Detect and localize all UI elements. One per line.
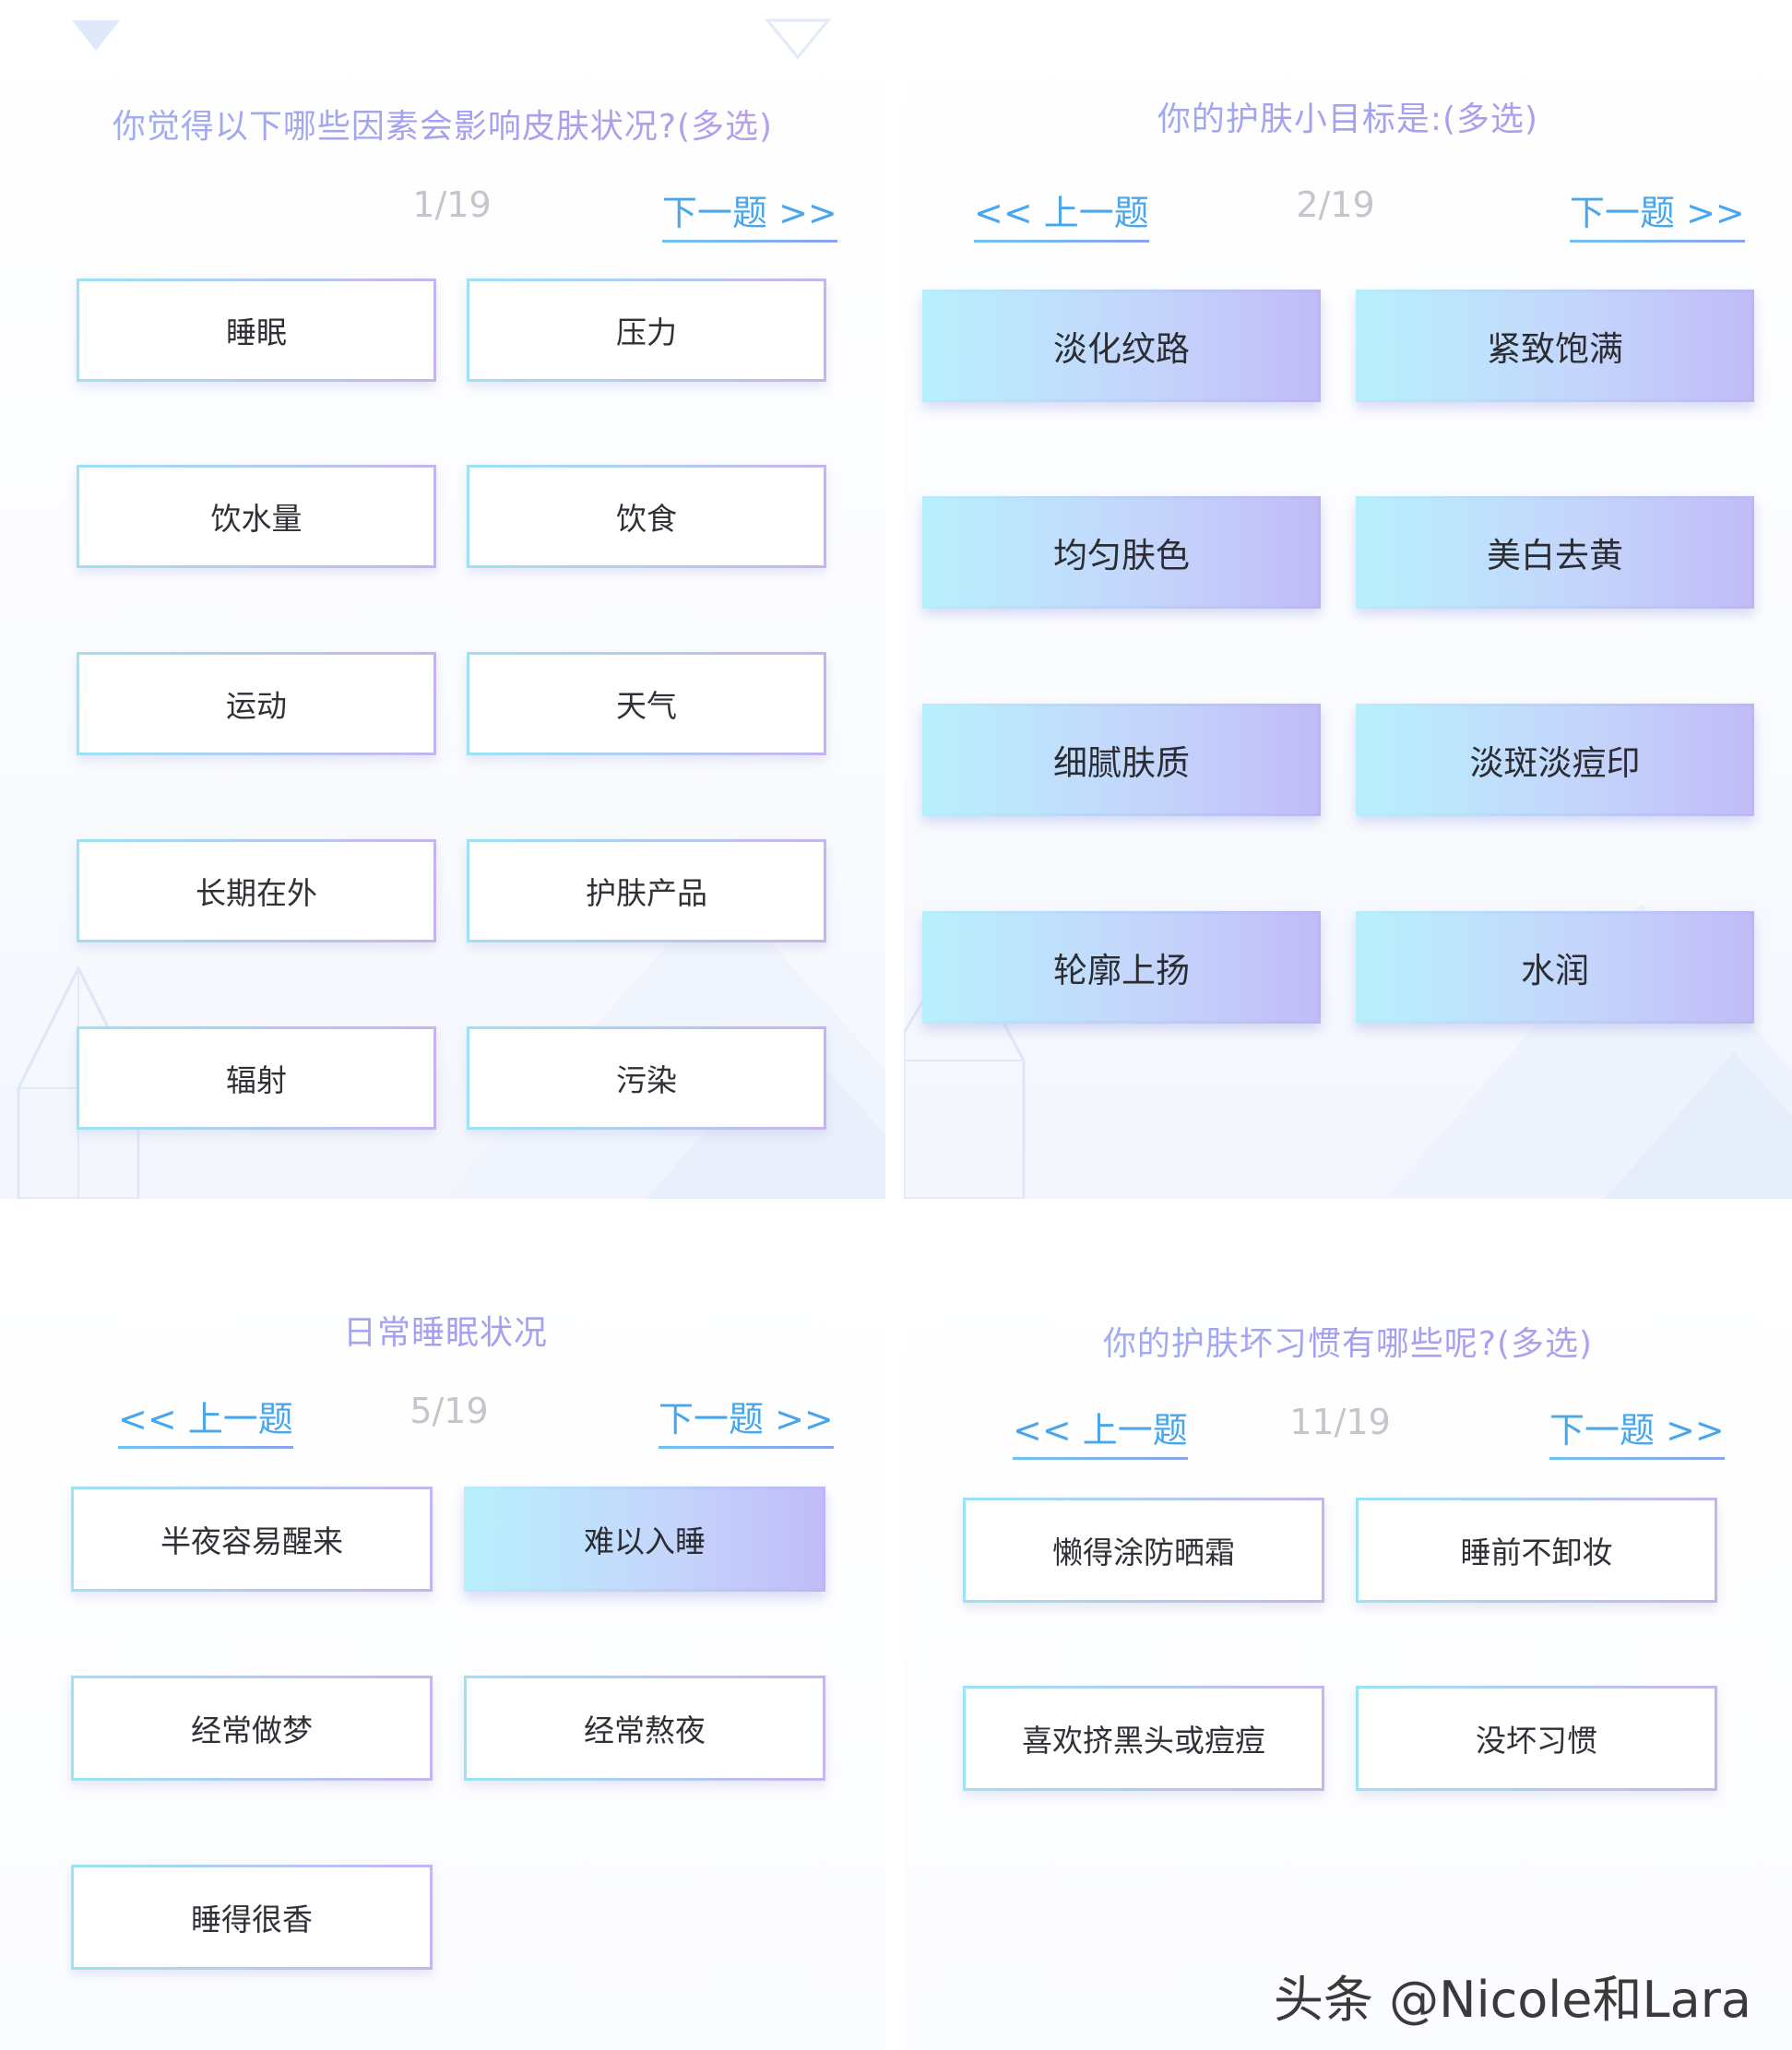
- option-squeeze-blackheads[interactable]: 喜欢挤黑头或痘痘: [963, 1686, 1324, 1791]
- previous-question-link[interactable]: << 上一题: [118, 1391, 293, 1449]
- question-panel-1: 你觉得以下哪些因素会影响皮肤状况?(多选) 1/19 下一题 >> 睡眠 压力 …: [0, 0, 885, 1199]
- question-title: 你的护肤小目标是:(多选): [904, 92, 1792, 140]
- option-pressure[interactable]: 压力: [467, 278, 826, 382]
- question-counter: 1/19: [412, 184, 492, 225]
- next-question-link[interactable]: 下一题 >>: [1570, 184, 1745, 243]
- option-diet[interactable]: 饮食: [467, 465, 826, 568]
- question-counter: 11/19: [1289, 1402, 1391, 1442]
- option-stay-up-late[interactable]: 经常熬夜: [464, 1676, 825, 1781]
- option-firming[interactable]: 紧致饱满: [1356, 290, 1754, 402]
- question-counter: 2/19: [1296, 184, 1375, 225]
- option-pollution[interactable]: 污染: [467, 1026, 826, 1130]
- option-even-tone[interactable]: 均匀肤色: [922, 496, 1321, 609]
- question-counter: 5/19: [409, 1391, 489, 1431]
- option-sleep[interactable]: 睡眠: [77, 278, 436, 382]
- question-panel-2: 你的护肤小目标是:(多选) << 上一题 2/19 下一题 >> 淡化纹路 紧致…: [904, 0, 1792, 1199]
- option-radiation[interactable]: 辐射: [77, 1026, 436, 1130]
- option-no-bad-habits[interactable]: 没坏习惯: [1356, 1686, 1717, 1791]
- option-skincare-products[interactable]: 护肤产品: [467, 839, 826, 942]
- option-exercise[interactable]: 运动: [77, 652, 436, 755]
- previous-question-link[interactable]: << 上一题: [974, 184, 1149, 243]
- option-moisturizing[interactable]: 水润: [1356, 911, 1754, 1024]
- next-question-link[interactable]: 下一题 >>: [662, 184, 837, 243]
- option-wake-at-night[interactable]: 半夜容易醒来: [71, 1487, 433, 1592]
- next-question-link[interactable]: 下一题 >>: [1549, 1402, 1725, 1460]
- option-lazy-sunscreen[interactable]: 懒得涂防晒霜: [963, 1498, 1324, 1603]
- background-decoration: [17, 18, 885, 1199]
- option-weather[interactable]: 天气: [467, 652, 826, 755]
- option-sleep-well[interactable]: 睡得很香: [71, 1865, 433, 1970]
- question-panel-3: 日常睡眠状况 << 上一题 5/19 下一题 >> 半夜容易醒来 难以入睡 经常…: [0, 1226, 885, 2050]
- option-long-time-outdoors[interactable]: 长期在外: [77, 839, 436, 942]
- option-whitening[interactable]: 美白去黄: [1356, 496, 1754, 609]
- option-fade-spots[interactable]: 淡斑淡痘印: [1356, 704, 1754, 816]
- option-no-makeup-removal[interactable]: 睡前不卸妆: [1356, 1498, 1717, 1603]
- option-fade-lines[interactable]: 淡化纹路: [922, 290, 1321, 402]
- previous-question-link[interactable]: << 上一题: [1013, 1402, 1188, 1460]
- question-panel-4: 你的护肤坏习惯有哪些呢?(多选) << 上一题 11/19 下一题 >> 懒得涂…: [904, 1226, 1792, 2050]
- next-question-link[interactable]: 下一题 >>: [659, 1391, 834, 1449]
- question-title: 你觉得以下哪些因素会影响皮肤状况?(多选): [0, 100, 885, 148]
- option-frequent-dreams[interactable]: 经常做梦: [71, 1676, 433, 1781]
- option-fine-texture[interactable]: 细腻肤质: [922, 704, 1321, 816]
- question-title: 你的护肤坏习惯有哪些呢?(多选): [904, 1317, 1792, 1365]
- question-title: 日常睡眠状况: [0, 1306, 885, 1354]
- option-lift-contour[interactable]: 轮廓上扬: [922, 911, 1321, 1024]
- option-water-intake[interactable]: 饮水量: [77, 465, 436, 568]
- watermark-text: 头条 @Nicole和Lara: [1274, 1971, 1751, 2029]
- option-hard-to-fall-asleep[interactable]: 难以入睡: [464, 1487, 825, 1592]
